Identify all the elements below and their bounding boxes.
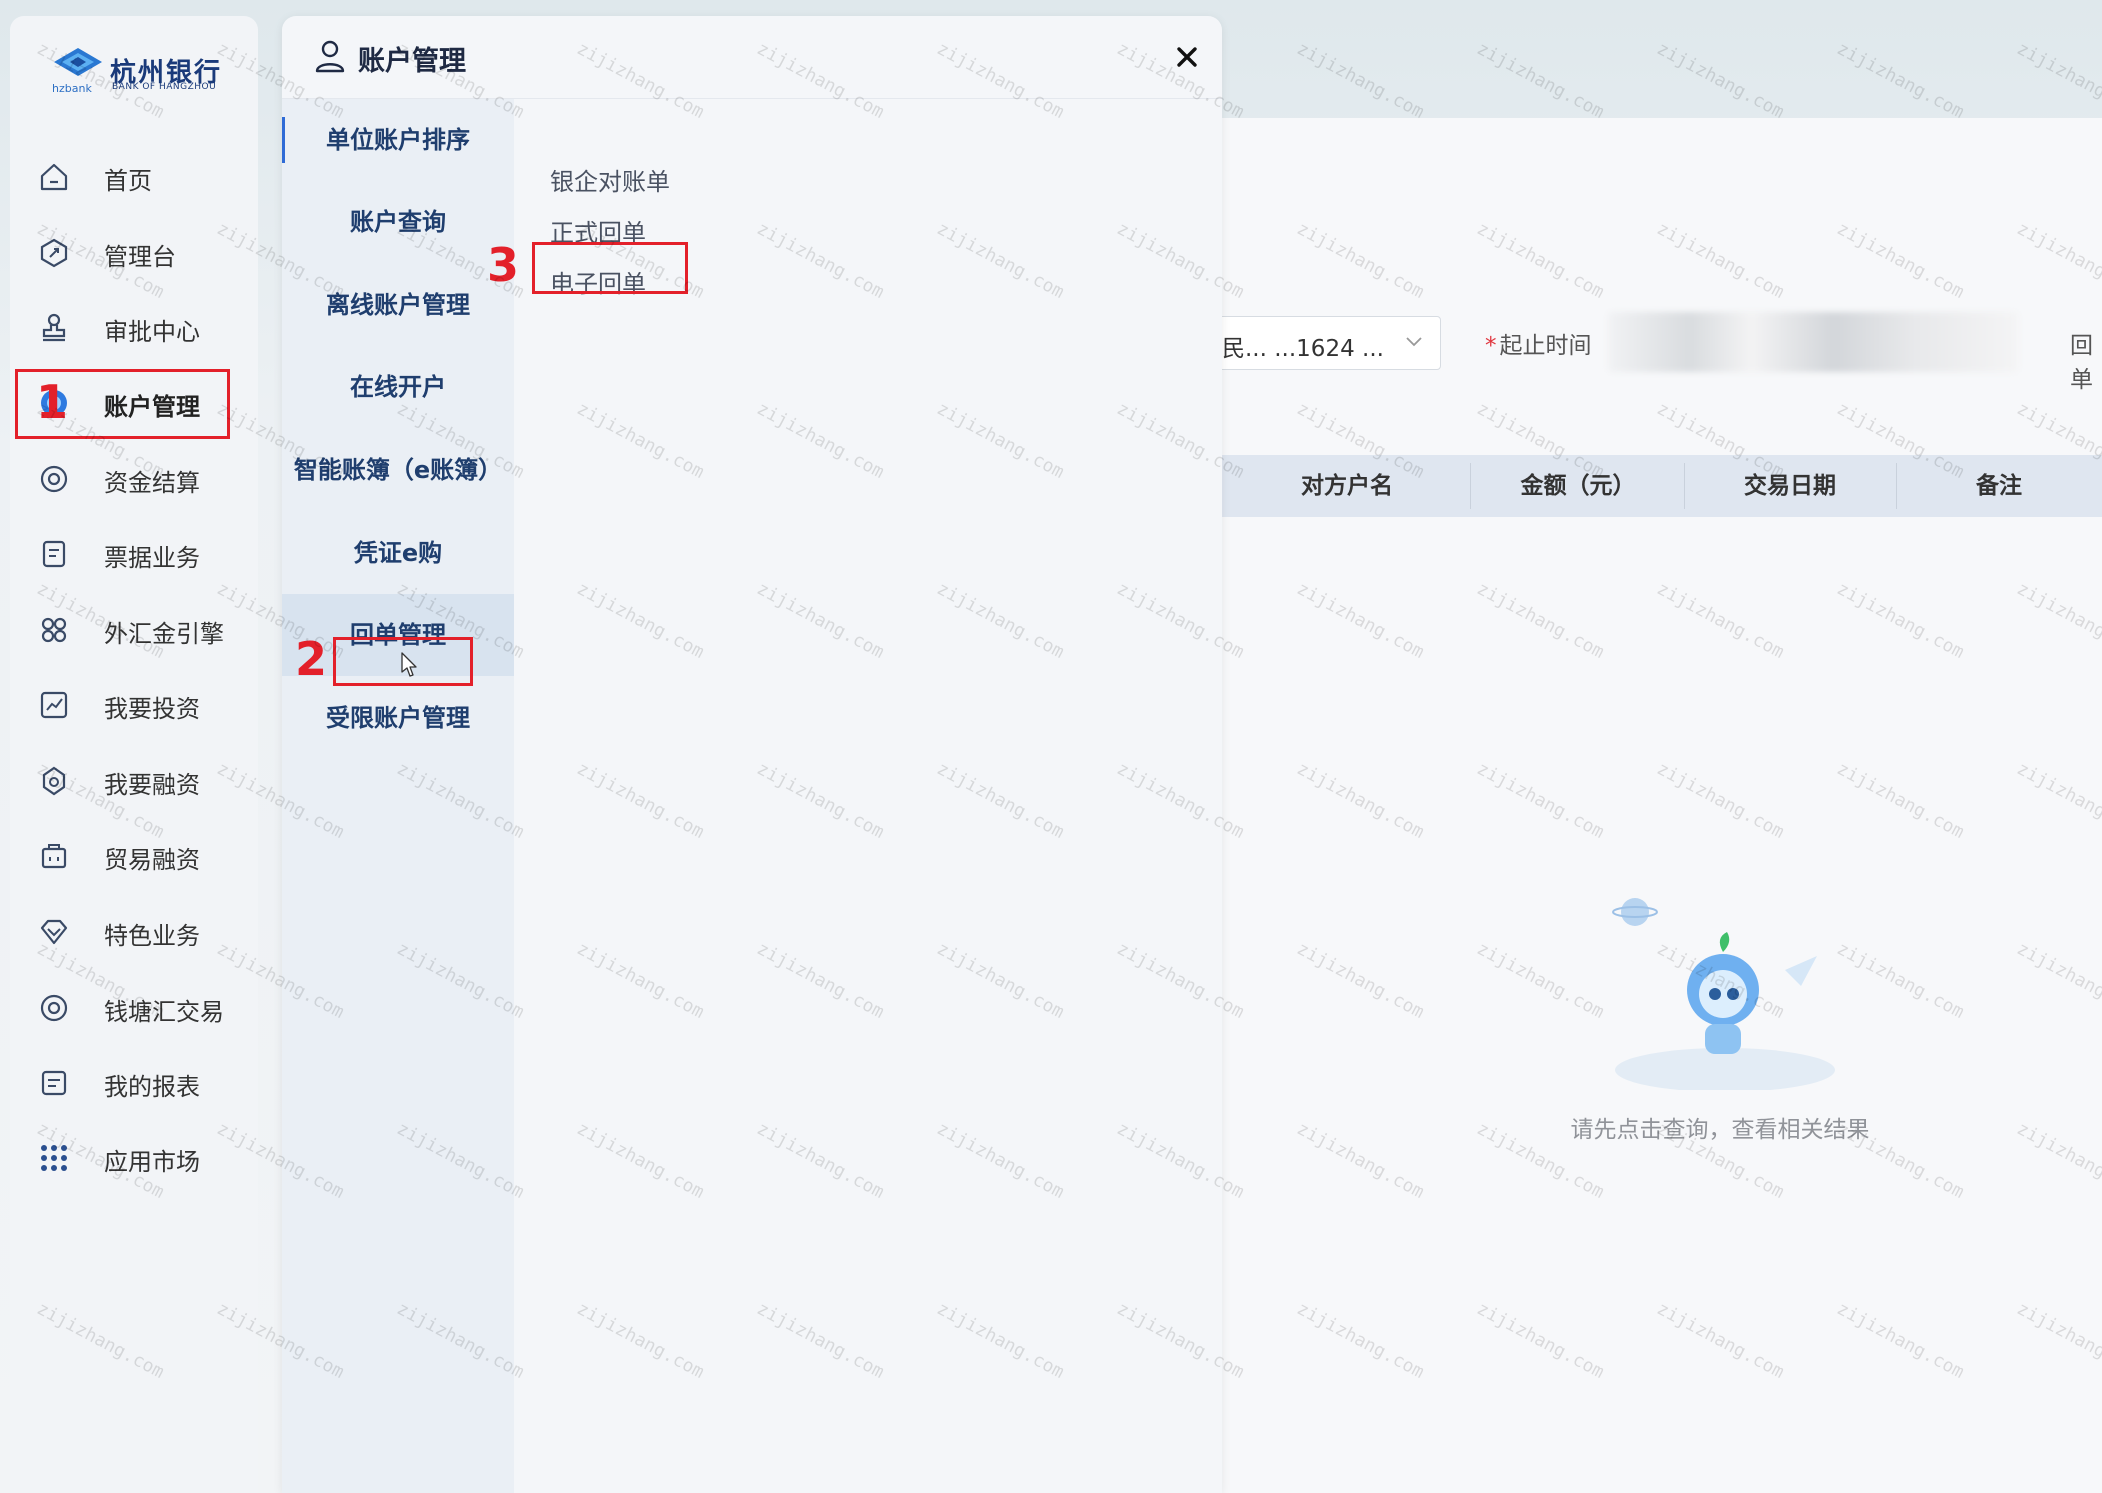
empty-state-text: 请先点击查询，查看相关结果 [1570,1117,1870,1143]
forex-icon [41,617,67,643]
step-1-number: 1 [36,375,69,429]
trade-circle-icon [40,994,68,1022]
th-date: 交易日期 [1744,473,1836,499]
watermark-text: zijizhang.com [1653,38,1788,123]
sidebar-item-trade-finance[interactable]: 贸易融资 [30,830,250,880]
sidebar-item-qiantang[interactable]: 钱塘汇交易 [30,982,250,1032]
home-icon [40,163,68,191]
app-root: 民... ...1624 ... * 起止时间 回单 对方户名 金额（元） 交易日… [0,0,2102,1493]
user-icon [315,40,345,73]
sidebar-item-bills[interactable]: 票据业务 [30,528,250,578]
account-select[interactable]: 民... ...1624 ... [1205,316,1441,370]
watermark-text: zijizhang.com [2013,38,2102,123]
mouse-cursor-icon [401,652,417,677]
invest-chart-icon [40,691,68,719]
grid-icon [41,1145,67,1171]
dashboard-icon [40,238,68,268]
close-icon[interactable] [1170,40,1204,74]
panel-header: 账户管理 [282,16,1222,99]
report-icon [41,1070,67,1096]
receipt-type-label: 回单 [2070,333,2093,393]
bank-short-name: hzbank [52,82,92,95]
bank-name-en: BANK OF HANGZHOU [112,82,217,92]
th-counterparty: 对方户名 [1301,473,1393,499]
sidebar-item-invest[interactable]: 我要投资 [30,679,250,729]
bill-icon [42,540,66,568]
sidebar-item-reports[interactable]: 我的报表 [30,1057,250,1107]
step-3-highlight [532,242,688,294]
leaf-item-bank-statement[interactable]: 银企对账单 [550,162,670,197]
submenu-item-account-sort[interactable]: 单位账户排序 [282,99,514,181]
chevron-down-icon [1406,337,1422,347]
submenu-item-account-query[interactable]: 账户查询 [282,181,514,263]
submenu-item-restricted-account[interactable]: 受限账户管理 [282,677,514,759]
watermark-text: zijizhang.com [1473,38,1608,123]
sidebar-item-home[interactable]: 首页 [30,151,250,201]
th-remark: 备注 [1976,473,2022,499]
bank-logo: 杭州银行 hzbank BANK OF HANGZHOU [42,44,232,96]
submenu-item-e-ledger[interactable]: 智能账簿（e账簿） [282,429,514,511]
account-management-panel: 账户管理 单位账户排序 账户查询 离线账户管理 在线开户 智能账簿（e账簿） 凭… [282,16,1222,1493]
panel-title: 账户管理 [358,46,466,77]
sidebar-item-app-market[interactable]: 应用市场 [30,1132,250,1182]
sidebar-item-approval[interactable]: 审批中心 [30,302,250,352]
watermark-text: zijizhang.com [1293,38,1428,123]
date-range-input[interactable] [1608,312,2018,372]
submenu-item-voucher-purchase[interactable]: 凭证e购 [282,512,514,594]
account-select-value: 民... ...1624 ... [1222,336,1384,362]
stamp-icon [42,313,66,342]
diamond-icon [40,919,68,945]
table-header: 对方户名 金额（元） 交易日期 备注 [1222,455,2102,517]
empty-state-illustration [1612,898,1835,1090]
submenu-item-offline-account[interactable]: 离线账户管理 [282,264,514,346]
sidebar-item-special[interactable]: 特色业务 [30,906,250,956]
bank-logo-icon [54,48,102,76]
sidebar-item-financing[interactable]: 我要融资 [30,755,250,805]
step-3-number: 3 [487,238,520,292]
sidebar-item-forex[interactable]: 外汇金引擎 [30,604,250,654]
date-range-label: * 起止时间 [1485,333,1592,359]
trade-icon [41,844,67,869]
financing-icon [42,766,66,796]
sidebar-item-dashboard[interactable]: 管理台 [30,227,250,277]
step-2-number: 2 [295,632,328,686]
settlement-icon [40,465,68,493]
th-amount: 金额（元） [1520,473,1636,499]
sidebar-item-settlement[interactable]: 资金结算 [30,453,250,503]
submenu-column: 单位账户排序 账户查询 离线账户管理 在线开户 智能账簿（e账簿） 凭证e购 回… [282,99,514,1493]
submenu-item-online-open[interactable]: 在线开户 [282,346,514,428]
watermark-text: zijizhang.com [1833,38,1968,123]
